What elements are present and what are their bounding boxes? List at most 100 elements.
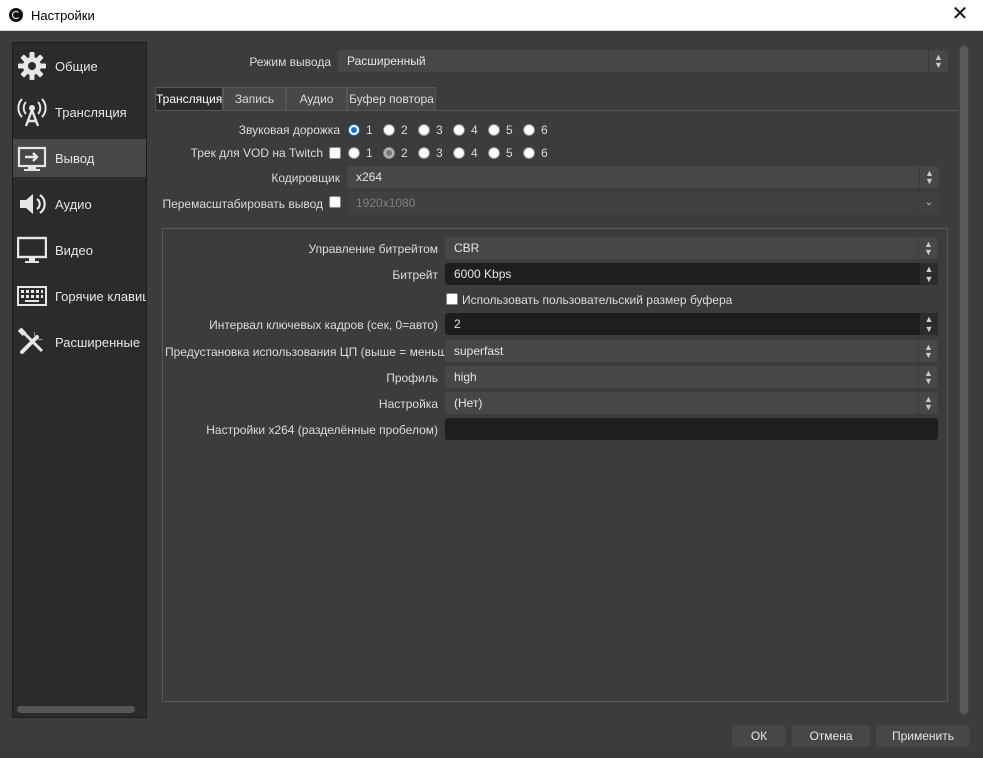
radio-label: 4: [471, 123, 478, 137]
tune-label: Настройка: [378, 397, 438, 411]
gear-icon: [18, 52, 46, 80]
radio-label: 3: [436, 123, 443, 137]
vod-track-radio-2[interactable]: [383, 147, 395, 159]
vod-track-radio-5[interactable]: [488, 147, 500, 159]
audio-track-radio-4[interactable]: [453, 124, 465, 136]
bitrate-spinbox[interactable]: 6000 Kbps ▲ ▼: [445, 263, 938, 285]
audio-track-radio-5[interactable]: [488, 124, 500, 136]
vod-track-radio-1[interactable]: [348, 147, 360, 159]
sidebar-horizontal-scrollbar[interactable]: [17, 706, 135, 713]
updown-arrows-icon: ▲ ▼: [918, 392, 938, 414]
tab-recording[interactable]: Запись: [223, 87, 286, 111]
rescale-label: Перемасштабировать вывод: [162, 197, 323, 211]
monitor-icon: [17, 236, 47, 263]
custom-buffer-label: Использовать пользовательский размер буф…: [462, 293, 733, 307]
audio-track-radio-6[interactable]: [523, 124, 535, 136]
rescale-resolution-select[interactable]: 1920x1080 ⌄: [347, 192, 939, 214]
cpu-preset-label: Предустановка использования ЦП (выше = м…: [165, 345, 458, 359]
radio-label: 2: [401, 123, 408, 137]
vod-track-radio-4[interactable]: [453, 147, 465, 159]
settings-sidebar: Общие Трансляция Вывод Аудио Видео Горяч…: [12, 42, 147, 718]
audio-track-radio-2[interactable]: [383, 124, 395, 136]
audio-track-label: Звуковая дорожка: [238, 123, 340, 137]
sidebar-item-label: Видео: [55, 243, 93, 258]
content-vertical-scrollbar[interactable]: [959, 44, 969, 716]
obs-logo-icon: [9, 8, 23, 22]
keyframe-interval-spinbox[interactable]: 2 ▲ ▼: [445, 313, 938, 335]
spin-arrows-icon[interactable]: ▲ ▼: [920, 313, 938, 335]
cpu-preset-value: superfast: [454, 344, 504, 358]
close-icon[interactable]: ✕: [937, 0, 983, 31]
updown-arrows-icon: ▲ ▼: [928, 50, 948, 72]
sidebar-item-output[interactable]: Вывод: [13, 139, 146, 177]
apply-button[interactable]: Применить: [876, 725, 970, 747]
tab-divider: [155, 110, 958, 111]
scrollbar-thumb[interactable]: [960, 46, 968, 714]
radio-label: 2: [401, 146, 408, 160]
encoder-value: x264: [356, 170, 383, 184]
radio-label: 6: [541, 123, 548, 137]
tab-stream[interactable]: Трансляция: [155, 87, 223, 111]
tab-replay-buffer[interactable]: Буфер повтора: [347, 87, 436, 111]
keyframe-interval-value: 2: [454, 317, 461, 331]
broadcast-icon: [17, 98, 47, 127]
ok-button[interactable]: ОК: [732, 725, 786, 747]
profile-label: Профиль: [386, 371, 438, 385]
tune-value: (Нет): [454, 396, 483, 410]
rate-control-value: CBR: [454, 241, 480, 255]
output-icon: [17, 146, 47, 171]
audio-track-radio-3[interactable]: [418, 124, 430, 136]
updown-arrows-icon: ▲ ▼: [918, 366, 938, 388]
sidebar-item-label: Расширенные: [55, 335, 141, 350]
radio-label: 5: [506, 146, 513, 160]
sidebar-item-label: Аудио: [55, 197, 92, 212]
radio-label: 1: [366, 123, 373, 137]
encoder-label: Кодировщик: [271, 171, 340, 185]
encoder-select[interactable]: x264 ▲ ▼: [347, 166, 939, 188]
radio-label: 5: [506, 123, 513, 137]
rescale-resolution-value: 1920x1080: [356, 196, 416, 210]
sidebar-item-label: Трансляция: [55, 105, 127, 120]
chevron-down-icon: ⌄: [918, 192, 939, 214]
keyboard-icon: [17, 286, 47, 306]
radio-label: 1: [366, 146, 373, 160]
sidebar-item-hotkeys[interactable]: Горячие клавиш: [13, 277, 146, 315]
sidebar-item-label: Вывод: [55, 151, 95, 166]
rate-control-select[interactable]: CBR ▲ ▼: [445, 237, 938, 259]
x264-options-label: Настройки x264 (разделённые пробелом): [206, 423, 438, 437]
updown-arrows-icon: ▲ ▼: [918, 237, 938, 259]
window-title: Настройки: [31, 8, 95, 23]
bitrate-label: Битрейт: [392, 268, 438, 282]
title-bar: Настройки ✕: [0, 0, 983, 31]
vod-track-radio-6[interactable]: [523, 147, 535, 159]
sidebar-item-stream[interactable]: Трансляция: [13, 93, 146, 131]
radio-label: 6: [541, 146, 548, 160]
keyframe-interval-label: Интервал ключевых кадров (сек, 0=авто): [209, 318, 438, 332]
updown-arrows-icon: ▲ ▼: [919, 166, 939, 188]
vod-track-label: Трек для VOD на Twitch: [190, 146, 323, 160]
sidebar-item-video[interactable]: Видео: [13, 231, 146, 269]
audio-track-radio-1[interactable]: [348, 124, 360, 136]
rescale-checkbox[interactable]: [329, 196, 341, 208]
spin-arrows-icon[interactable]: ▲ ▼: [920, 263, 938, 285]
vod-track-checkbox[interactable]: [329, 147, 341, 159]
profile-select[interactable]: high ▲ ▼: [445, 366, 938, 388]
sidebar-item-audio[interactable]: Аудио: [13, 185, 146, 223]
vod-track-radio-3[interactable]: [418, 147, 430, 159]
bitrate-value: 6000 Kbps: [454, 267, 512, 281]
cancel-button[interactable]: Отмена: [792, 725, 870, 747]
tab-audio[interactable]: Аудио: [286, 87, 347, 111]
custom-buffer-checkbox[interactable]: [446, 293, 458, 305]
x264-options-input[interactable]: [445, 418, 938, 440]
updown-arrows-icon: ▲ ▼: [918, 340, 938, 362]
radio-label: 4: [471, 146, 478, 160]
output-mode-select[interactable]: Расширенный ▲ ▼: [338, 50, 948, 72]
profile-value: high: [454, 370, 477, 384]
tune-select[interactable]: (Нет) ▲ ▼: [445, 392, 938, 414]
sidebar-item-advanced[interactable]: Расширенные: [13, 323, 146, 361]
output-mode-label: Режим вывода: [249, 55, 331, 69]
status-bar-strip: [0, 752, 983, 758]
sidebar-item-general[interactable]: Общие: [13, 47, 146, 85]
cpu-preset-select[interactable]: superfast ▲ ▼: [445, 340, 938, 362]
speaker-icon: [20, 194, 46, 214]
